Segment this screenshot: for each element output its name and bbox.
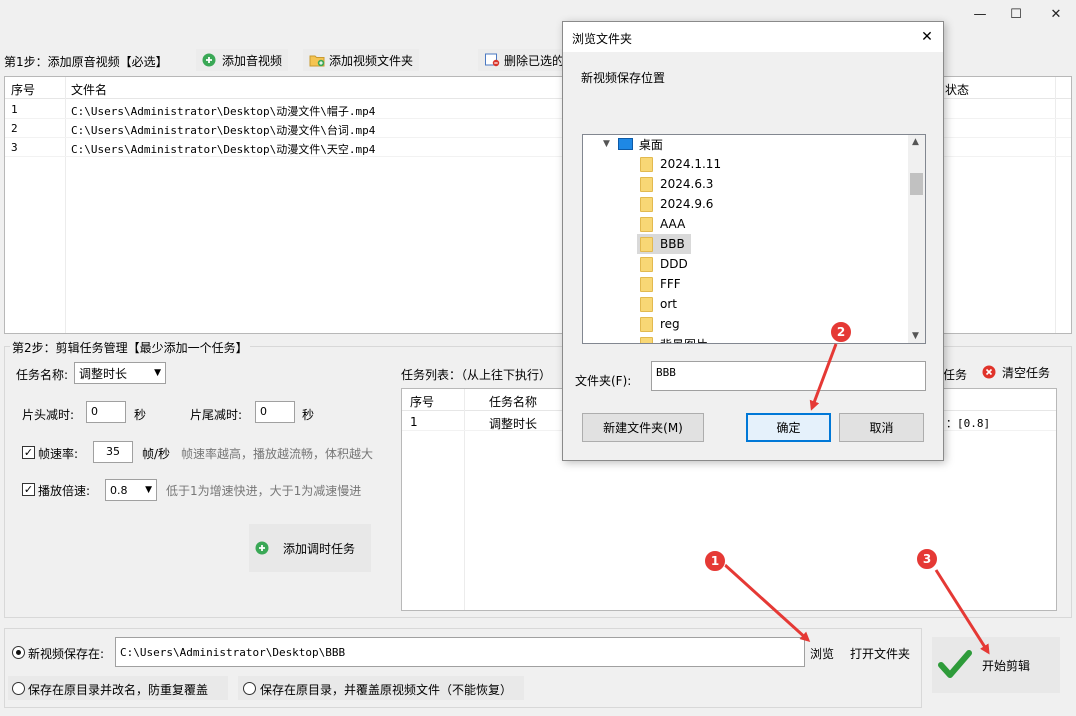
add-video-folder-label: 添加视频文件夹 xyxy=(329,53,414,68)
scroll-up-icon[interactable]: ▲ xyxy=(912,137,919,147)
clear-tasks-label: 清空任务 xyxy=(1002,365,1051,380)
framerate-hint: 帧速率越高，播放越流畅，体积越大 xyxy=(181,447,374,461)
add-video-folder-button[interactable]: 添加视频文件夹 xyxy=(303,49,420,71)
header-filename: 文件名 xyxy=(71,83,108,97)
framerate-checkbox[interactable]: ✓ xyxy=(22,446,35,459)
clear-x-icon xyxy=(982,365,996,379)
dialog-description: 新视频保存位置 xyxy=(581,71,666,85)
tree-item-folder[interactable]: 2024.6.3 xyxy=(640,174,713,194)
annotation-badge-2: 2 xyxy=(830,321,852,343)
checkmark-icon xyxy=(938,647,972,684)
plus-circle-icon xyxy=(255,541,269,555)
add-task-label: 添加调时任务 xyxy=(283,541,356,556)
plus-circle-icon xyxy=(202,53,216,67)
delete-selected-button[interactable]: 删除已选的 xyxy=(478,49,562,71)
chevron-down-icon: ▼ xyxy=(154,368,161,378)
close-window-button[interactable]: ✕ xyxy=(1036,0,1076,28)
header-status: 状态 xyxy=(945,83,970,97)
speed-hint: 低于1为增速快进，大于1为减速慢进 xyxy=(166,484,362,498)
overwrite-option-label: 保存在原目录，并覆盖原视频文件（不能恢复） xyxy=(260,683,513,697)
folder-icon xyxy=(640,276,653,292)
start-button[interactable]: 开始剪辑 xyxy=(932,637,1060,693)
add-audio-video-button[interactable]: 添加音视频 xyxy=(196,49,289,71)
dialog-title: 浏览文件夹 xyxy=(572,32,633,46)
folder-icon xyxy=(640,176,653,192)
add-audio-video-label: 添加音视频 xyxy=(222,53,283,68)
folder-icon xyxy=(640,336,653,343)
open-folder-button[interactable]: 打开文件夹 xyxy=(850,645,910,662)
desktop-icon xyxy=(617,138,633,150)
folder-name-input[interactable]: BBB xyxy=(651,361,926,391)
tree-item-folder[interactable]: FFF xyxy=(640,274,681,294)
dialog-close-button[interactable]: ✕ xyxy=(915,26,939,48)
folder-add-icon xyxy=(309,53,325,67)
speed-label: 播放倍速: xyxy=(38,484,91,498)
framerate-unit: 帧/秒 xyxy=(142,447,171,461)
tree-item-folder[interactable]: 背景图片 xyxy=(640,334,708,343)
tail-cut-label: 片尾减时: xyxy=(190,408,243,422)
speed-checkbox[interactable]: ✓ xyxy=(22,483,35,496)
scroll-down-icon[interactable]: ▼ xyxy=(912,331,919,341)
folder-icon xyxy=(640,296,653,312)
maximize-button[interactable]: ☐ xyxy=(996,0,1036,28)
browse-folder-dialog[interactable]: 浏览文件夹 ✕ 新视频保存位置 ▼ 桌面 2024.1.11 2024.6.3 … xyxy=(562,21,944,461)
step1-title: 第1步：添加原音视频【必选】 xyxy=(4,55,168,69)
tree-scrollbar[interactable]: ▲ ▼ xyxy=(908,135,925,343)
annotation-badge-1: 1 xyxy=(704,550,726,572)
speed-select[interactable]: 0.8 ▼ xyxy=(105,479,157,501)
header-index: 序号 xyxy=(11,83,36,97)
tree-item-folder[interactable]: DDD xyxy=(640,254,688,274)
browse-button[interactable]: 浏览 xyxy=(810,645,834,662)
tree-item-folder[interactable]: 2024.9.6 xyxy=(640,194,713,214)
task-list-label: 任务列表：（从上往下执行） xyxy=(401,368,552,382)
tree-item-folder[interactable]: reg xyxy=(640,314,680,334)
task-name-select[interactable]: 调整时长 ▼ xyxy=(74,362,166,384)
scroll-thumb[interactable] xyxy=(910,173,923,195)
tree-item-desktop[interactable]: ▼ 桌面 xyxy=(603,135,663,154)
annotation-badge-3: 3 xyxy=(916,548,938,570)
tree-item-selected[interactable]: BBB xyxy=(637,234,691,254)
folder-icon xyxy=(640,316,653,332)
folder-label: 文件夹(F): xyxy=(575,374,632,388)
save-to-radio[interactable] xyxy=(12,646,25,659)
tree-item-folder[interactable]: AAA xyxy=(640,214,685,234)
head-cut-label: 片头减时: xyxy=(22,408,75,422)
folder-tree[interactable]: ▼ 桌面 2024.1.11 2024.6.3 2024.9.6 AAA BBB… xyxy=(582,134,926,344)
cancel-button[interactable]: 取消 xyxy=(839,413,924,442)
folder-icon xyxy=(640,256,653,272)
add-task-button[interactable]: 添加调时任务 xyxy=(249,524,371,572)
overwrite-radio[interactable] xyxy=(243,682,256,695)
minimize-button[interactable]: — xyxy=(960,0,1000,28)
folder-icon xyxy=(640,156,653,172)
tree-item-folder[interactable]: 2024.1.11 xyxy=(640,154,721,174)
framerate-label: 帧速率: xyxy=(38,447,79,461)
ok-button[interactable]: 确定 xyxy=(746,413,831,442)
save-path-input[interactable]: C:\Users\Administrator\Desktop\BBB xyxy=(115,637,805,667)
folder-icon xyxy=(640,216,653,232)
head-cut-input[interactable]: 0 xyxy=(86,401,126,423)
folder-icon xyxy=(640,196,653,212)
chevron-down-icon: ▼ xyxy=(603,139,610,149)
delete-file-icon xyxy=(484,53,500,67)
tail-cut-input[interactable]: 0 xyxy=(255,401,295,423)
task-name-label: 任务名称: xyxy=(16,368,69,382)
tail-cut-unit: 秒 xyxy=(302,408,315,422)
chevron-down-icon: ▼ xyxy=(145,485,152,495)
rename-radio[interactable] xyxy=(12,682,25,695)
save-to-label: 新视频保存在: xyxy=(28,647,105,661)
step2-title: 第2步：剪辑任务管理【最少添加一个任务】 xyxy=(10,339,250,356)
delete-selected-label: 删除已选的 xyxy=(504,53,562,68)
rename-option-label: 保存在原目录并改名，防重复覆盖 xyxy=(28,683,209,697)
head-cut-unit: 秒 xyxy=(134,408,147,422)
new-folder-button[interactable]: 新建文件夹(M) xyxy=(582,413,704,442)
tree-item-folder[interactable]: ort xyxy=(640,294,677,314)
start-button-label: 开始剪辑 xyxy=(982,658,1031,673)
framerate-input[interactable]: 35 xyxy=(93,441,133,463)
clear-tasks-button[interactable]: 清空任务 xyxy=(976,361,1056,383)
task-button-partial[interactable]: 任务 xyxy=(943,366,967,383)
folder-icon xyxy=(640,236,653,252)
